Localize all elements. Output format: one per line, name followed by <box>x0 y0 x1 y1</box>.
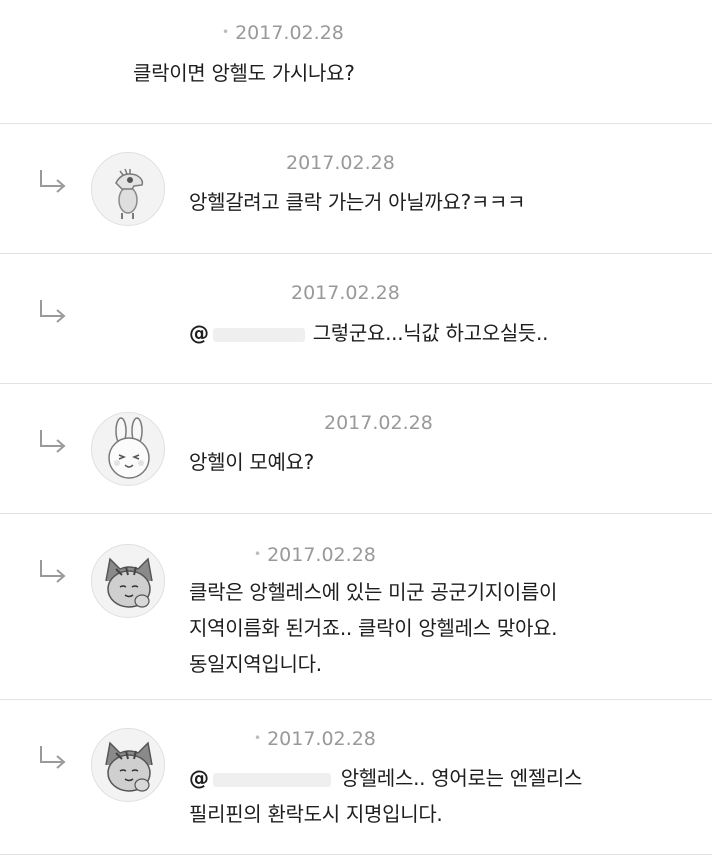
separator-dot: • <box>222 25 230 39</box>
comment-meta: • 2017.02.28 <box>222 22 344 44</box>
comment-text: @ 앙헬레스.. 영어로는 엔젤리스 필리핀의 환락도시 지명입니다. <box>189 760 582 832</box>
comment-line: 클락이면 앙헬도 가시나요? <box>133 61 355 85</box>
comment-text: @ 그렇군요...닉값 하고오실듯.. <box>189 315 548 351</box>
comment-text: 앙헬갈려고 클락 가는거 아닐까요?ㅋㅋㅋ <box>189 184 525 220</box>
comment-line: @ 그렇군요...닉값 하고오실듯.. <box>189 315 548 351</box>
comment-line: 동일지역입니다. <box>189 652 322 676</box>
cat-icon <box>105 741 153 792</box>
cat-avatar[interactable] <box>91 728 165 802</box>
separator-dot: • <box>254 731 262 745</box>
comment-meta: 2017.02.28 <box>324 412 433 434</box>
comment-line: 지역이름화 된거죠.. 클락이 앙헬레스 맞아요. <box>189 616 558 640</box>
comment-meta: • 2017.02.28 <box>254 728 376 750</box>
comment-text: 클락은 앙헬레스에 있는 미군 공군기지이름이 지역이름화 된거죠.. 클락이 … <box>189 574 558 682</box>
redacted-username <box>212 772 331 787</box>
dinosaur-avatar[interactable] <box>91 152 165 226</box>
redacted-username <box>212 327 305 342</box>
comment-line: @ 앙헬레스.. 영어로는 엔젤리스 <box>189 760 582 796</box>
comment-list: • 2017.02.28 클락이면 앙헬도 가시나요? 2017.02.28 앙헬… <box>0 0 712 864</box>
comment-date: 2017.02.28 <box>267 728 376 750</box>
comment-meta: 2017.02.28 <box>286 152 395 174</box>
comment-meta: 2017.02.28 <box>291 282 400 304</box>
comment-date: 2017.02.28 <box>235 22 344 44</box>
comment-date: 2017.02.28 <box>286 152 395 174</box>
reply-item: • 2017.02.28 클락은 앙헬레스에 있는 미군 공군기지이름이 지역이름… <box>0 514 712 700</box>
separator-dot: • <box>254 547 262 561</box>
reply-item: 2017.02.28 앙헬갈려고 클락 가는거 아닐까요?ㅋㅋㅋ <box>0 124 712 254</box>
reply-item: • 2017.02.28 @ 앙헬레스.. 영어로는 엔젤리스 필리핀의 환락도시 … <box>0 700 712 855</box>
mention-tag[interactable]: @ <box>189 321 209 345</box>
comment-text: 앙헬이 모예요? <box>189 444 314 480</box>
comment-line: 클락은 앙헬레스에 있는 미군 공군기지이름이 <box>189 580 558 604</box>
comment-line: 필리핀의 환락도시 지명입니다. <box>189 802 443 826</box>
comment-line-text: 그렇군요...닉값 하고오실듯.. <box>312 321 549 345</box>
rabbit-avatar[interactable] <box>91 412 165 486</box>
rabbit-icon <box>108 417 150 479</box>
cat-icon <box>105 557 153 608</box>
comment-date: 2017.02.28 <box>267 544 376 566</box>
comment-date: 2017.02.28 <box>291 282 400 304</box>
reply-arrow-icon <box>40 560 66 583</box>
comment-meta: • 2017.02.28 <box>254 544 376 566</box>
reply-arrow-icon <box>40 430 66 453</box>
comment-text: 클락이면 앙헬도 가시나요? <box>133 55 355 91</box>
reply-arrow-icon <box>40 746 66 769</box>
reply-item: 2017.02.28 앙헬이 모예요? <box>0 384 712 514</box>
comment-line: 앙헬갈려고 클락 가는거 아닐까요?ㅋㅋㅋ <box>189 190 526 214</box>
dinosaur-icon <box>115 168 144 219</box>
reply-arrow-icon <box>40 300 66 323</box>
reply-arrow-icon <box>40 170 66 193</box>
comment-line: 앙헬이 모예요? <box>189 450 314 474</box>
comment-line-text: 앙헬레스.. 영어로는 엔젤리스 <box>340 766 583 790</box>
comment-date: 2017.02.28 <box>324 412 433 434</box>
comment-item: • 2017.02.28 클락이면 앙헬도 가시나요? <box>0 0 712 124</box>
reply-item: 2017.02.28 @ 그렇군요...닉값 하고오실듯.. <box>0 254 712 384</box>
cat-avatar[interactable] <box>91 544 165 618</box>
mention-tag[interactable]: @ <box>189 766 209 790</box>
